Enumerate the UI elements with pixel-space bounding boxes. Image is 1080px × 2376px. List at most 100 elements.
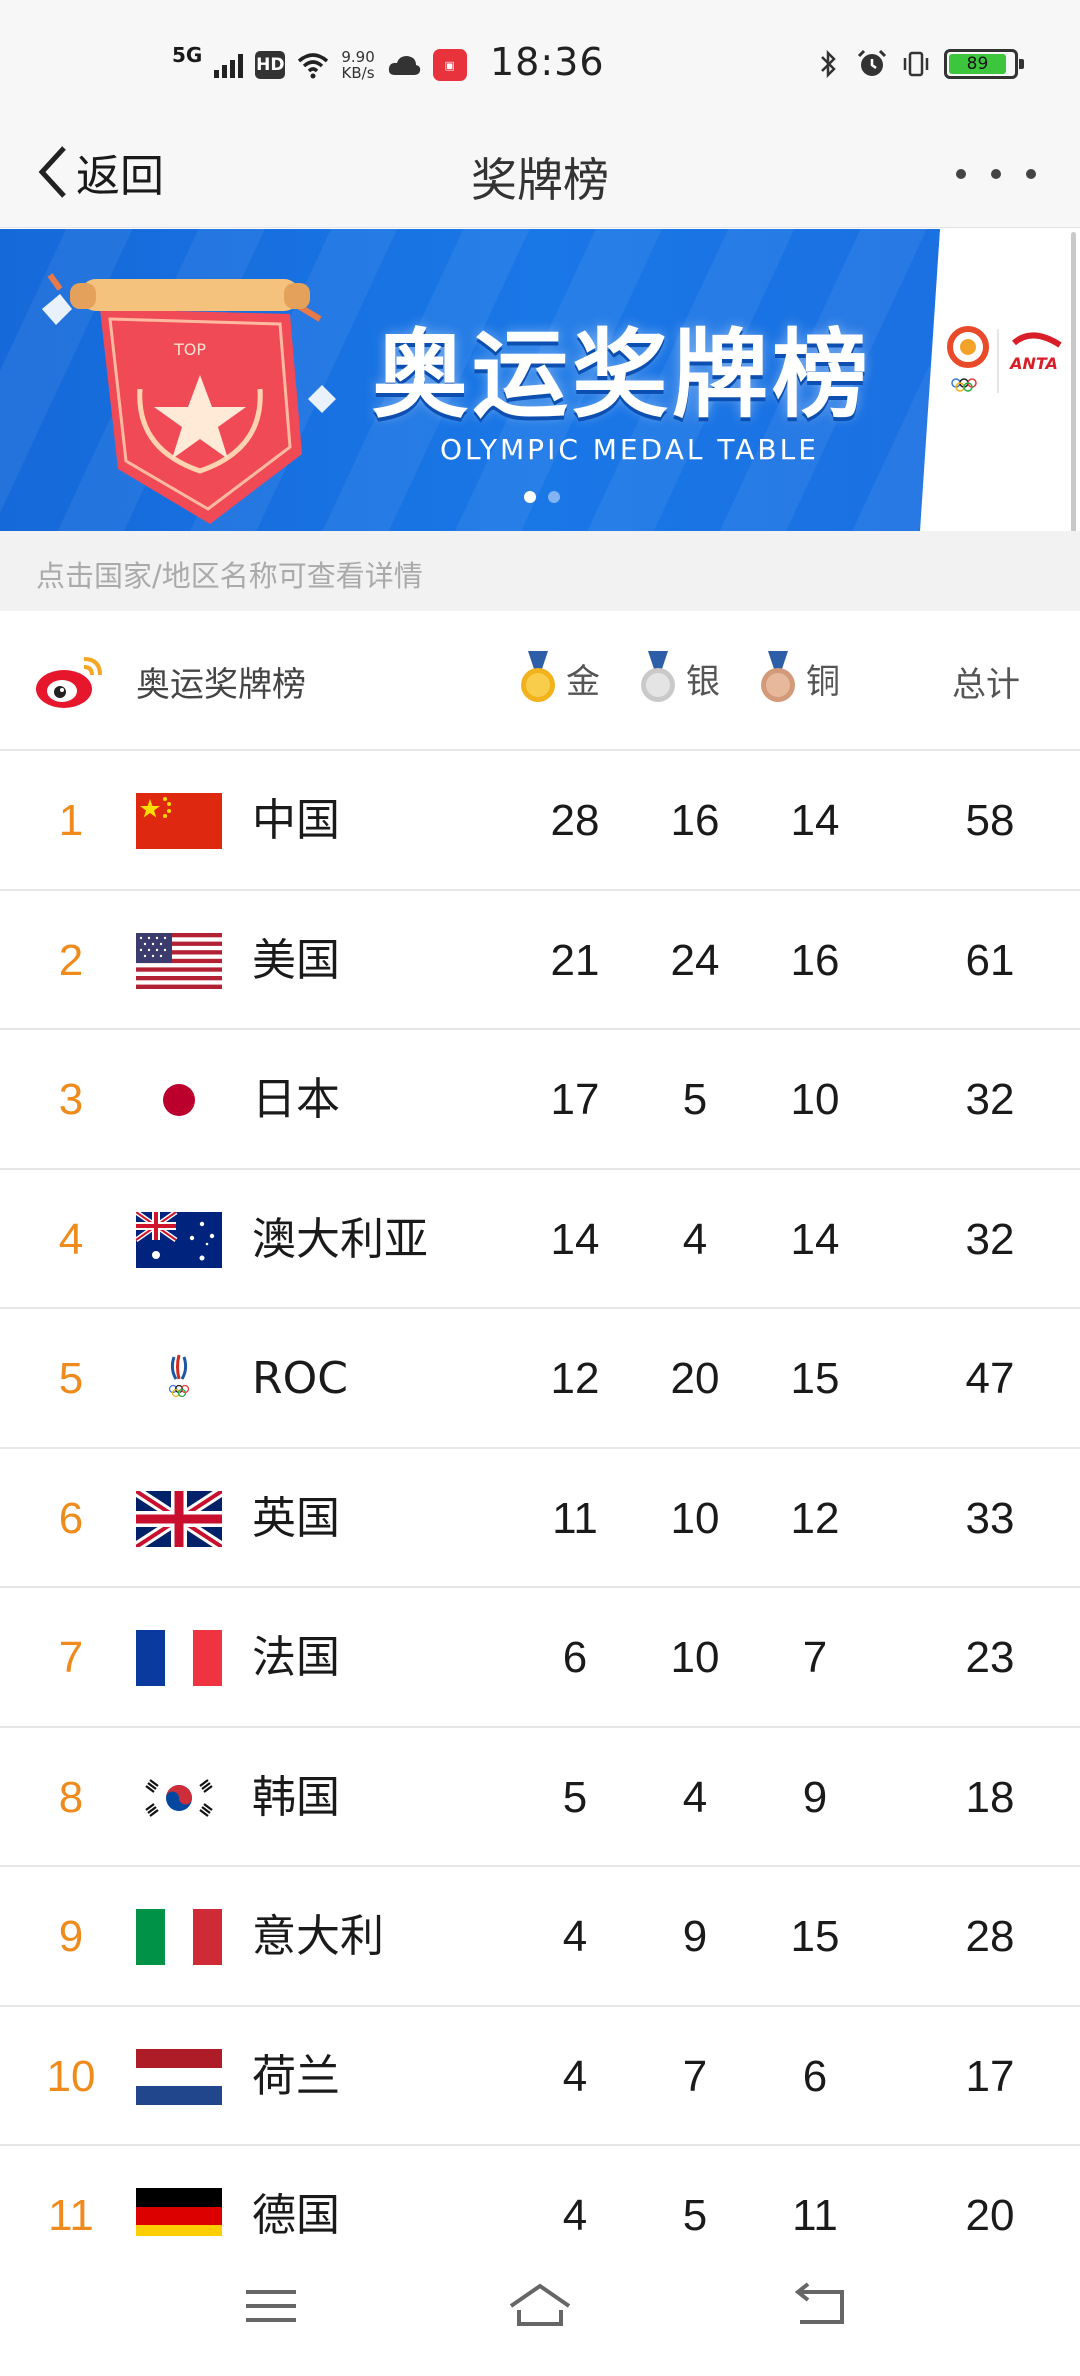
sponsor-logo-icon: ANTA bbox=[947, 326, 1062, 393]
country-name[interactable]: 美国 bbox=[252, 891, 340, 1031]
rank: 5 bbox=[58, 1354, 84, 1403]
more-options-icon[interactable] bbox=[956, 154, 1036, 194]
network-speed: 9.90 KB/s bbox=[341, 49, 374, 81]
bronze-column-header[interactable]: 铜 bbox=[760, 651, 840, 705]
gold-count: 6 bbox=[562, 1633, 588, 1682]
medal-table: 1 中国 28 16 14 58 2 美国 21 24 16 61 3 日本 1… bbox=[0, 751, 1080, 2286]
rank: 3 bbox=[58, 1075, 84, 1124]
table-row[interactable]: 8 韩国 5 4 9 18 bbox=[0, 1728, 1080, 1868]
silver-column-header[interactable]: 银 bbox=[640, 651, 720, 705]
bronze-count: 15 bbox=[790, 1354, 840, 1403]
bronze-label: 铜 bbox=[806, 661, 840, 702]
rank: 2 bbox=[58, 935, 84, 985]
rank: 10 bbox=[46, 2051, 96, 2101]
banner-carousel[interactable]: TOP 奥运奖牌榜 OLYMPIC MEDAL TABLE ANTA bbox=[0, 229, 1080, 531]
silver-count: 16 bbox=[670, 796, 720, 845]
carousel-dot-active[interactable] bbox=[524, 491, 536, 503]
bronze-count: 9 bbox=[802, 1772, 828, 1822]
rank: 1 bbox=[58, 796, 84, 845]
rank: 9 bbox=[58, 1912, 84, 1961]
sponsor-brand: ANTA bbox=[1008, 354, 1058, 373]
country-name[interactable]: 韩国 bbox=[252, 1728, 340, 1868]
vibrate-icon bbox=[903, 51, 929, 77]
table-row[interactable]: 10 荷兰 4 7 6 17 bbox=[0, 2007, 1080, 2147]
table-row[interactable]: 5 ROC 12 20 15 47 bbox=[0, 1309, 1080, 1449]
total-count: 17 bbox=[965, 2051, 1015, 2101]
bronze-count: 15 bbox=[790, 1912, 840, 1961]
gold-count: 4 bbox=[562, 1912, 588, 1961]
weibo-logo-icon bbox=[36, 657, 102, 708]
rank: 4 bbox=[58, 1214, 84, 1264]
battery-level: 89 bbox=[949, 54, 1006, 74]
total-count: 32 bbox=[965, 1075, 1015, 1124]
status-left: 5G HD 9.90 KB/s ▣ bbox=[172, 40, 467, 90]
country-name[interactable]: 中国 bbox=[252, 751, 340, 891]
country-name[interactable]: 意大利 bbox=[252, 1867, 384, 2007]
total-count: 58 bbox=[965, 796, 1015, 845]
table-row[interactable]: 6 英国 11 10 12 33 bbox=[0, 1449, 1080, 1589]
total-count: 28 bbox=[965, 1912, 1015, 1961]
country-name[interactable]: 英国 bbox=[252, 1449, 340, 1589]
gold-count: 17 bbox=[550, 1075, 600, 1124]
table-row[interactable]: 4 澳大利亚 14 4 14 32 bbox=[0, 1170, 1080, 1310]
country-name[interactable]: 日本 bbox=[252, 1030, 340, 1170]
menu-icon[interactable] bbox=[236, 2276, 306, 2336]
sponsor-panel: ANTA bbox=[920, 229, 1080, 531]
silver-count: 24 bbox=[670, 935, 720, 985]
country-name[interactable]: ROC bbox=[252, 1309, 348, 1449]
bronze-medal-icon bbox=[761, 651, 795, 702]
table-title: 奥运奖牌榜 bbox=[136, 665, 306, 705]
country-name[interactable]: 法国 bbox=[252, 1588, 340, 1728]
total-count: 33 bbox=[965, 1493, 1015, 1543]
japan-flag-icon bbox=[136, 1072, 222, 1128]
nav-bar: 返回 奖牌榜 bbox=[0, 116, 1080, 228]
speed-unit: KB/s bbox=[341, 64, 375, 82]
silver-count: 5 bbox=[682, 1075, 708, 1124]
australia-flag-icon bbox=[136, 1211, 222, 1268]
silver-count: 20 bbox=[670, 1354, 720, 1403]
table-row[interactable]: 1 中国 28 16 14 58 bbox=[0, 751, 1080, 891]
cloud-icon bbox=[388, 56, 420, 75]
gold-count: 12 bbox=[550, 1354, 600, 1403]
total-count: 23 bbox=[965, 1633, 1015, 1682]
gold-count: 14 bbox=[550, 1214, 600, 1264]
total-column-header[interactable]: 总计 bbox=[952, 657, 1020, 706]
alarm-icon bbox=[857, 49, 887, 76]
hd-icon: HD bbox=[255, 51, 286, 79]
carousel-dot[interactable] bbox=[548, 491, 560, 503]
bronze-count: 12 bbox=[790, 1493, 840, 1543]
status-right: 89 bbox=[812, 44, 1024, 84]
uk-flag-icon bbox=[136, 1490, 222, 1547]
silver-count: 9 bbox=[682, 1912, 708, 1961]
scroll-top-tag: TOP bbox=[173, 340, 206, 359]
france-flag-icon bbox=[136, 1630, 222, 1686]
country-name[interactable]: 荷兰 bbox=[252, 2007, 340, 2147]
hint-bar: 点击国家/地区名称可查看详情 bbox=[0, 531, 1080, 611]
total-count: 18 bbox=[965, 1772, 1015, 1822]
korea-flag-icon bbox=[136, 1769, 222, 1826]
bronze-count: 14 bbox=[790, 1214, 840, 1264]
bronze-count: 10 bbox=[790, 1075, 840, 1124]
carousel-indicator[interactable] bbox=[524, 491, 560, 503]
country-name[interactable]: 澳大利亚 bbox=[252, 1170, 428, 1310]
back-nav-icon[interactable] bbox=[786, 2276, 856, 2336]
china-flag-icon bbox=[136, 793, 222, 849]
signal-icon bbox=[214, 52, 244, 78]
network-type: 5G bbox=[172, 43, 203, 67]
gold-column-header[interactable]: 金 bbox=[520, 651, 600, 705]
table-row[interactable]: 3 日本 17 5 10 32 bbox=[0, 1030, 1080, 1170]
table-row[interactable]: 9 意大利 4 9 15 28 bbox=[0, 1867, 1080, 2007]
table-row[interactable]: 2 美国 21 24 16 61 bbox=[0, 891, 1080, 1031]
gold-count: 28 bbox=[550, 796, 600, 845]
home-icon[interactable] bbox=[505, 2276, 575, 2336]
bronze-count: 16 bbox=[790, 935, 840, 985]
gold-count: 5 bbox=[562, 1772, 588, 1822]
total-count: 32 bbox=[965, 1214, 1015, 1264]
scrollbar[interactable] bbox=[1071, 232, 1076, 578]
bronze-count: 7 bbox=[802, 1633, 828, 1682]
gold-count: 11 bbox=[552, 1493, 598, 1543]
gold-count: 4 bbox=[562, 2051, 588, 2101]
silver-label: 银 bbox=[686, 661, 720, 702]
banner-subtitle: OLYMPIC MEDAL TABLE bbox=[440, 433, 819, 466]
table-row[interactable]: 7 法国 6 10 7 23 bbox=[0, 1588, 1080, 1728]
